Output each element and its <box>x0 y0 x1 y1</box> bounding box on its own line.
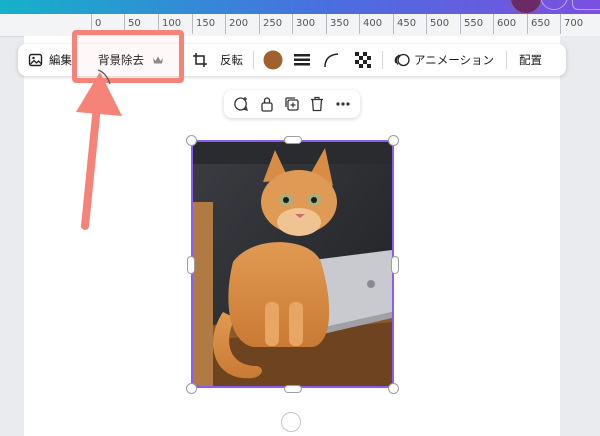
resize-handle-top-left[interactable] <box>186 135 197 146</box>
resize-handle-top-right[interactable] <box>388 135 399 146</box>
selected-photo[interactable] <box>191 140 394 388</box>
resize-handle-right[interactable] <box>391 256 399 274</box>
lock-icon[interactable] <box>260 96 274 112</box>
cat-photo <box>193 142 392 386</box>
comment-add-icon[interactable] <box>233 96 249 112</box>
trash-icon[interactable] <box>310 96 324 112</box>
element-context-toolbar <box>224 90 360 118</box>
rotate-handle[interactable] <box>281 412 301 432</box>
resize-handle-bottom-left[interactable] <box>186 383 197 394</box>
duplicate-icon[interactable] <box>284 96 300 112</box>
more-options-icon[interactable] <box>335 96 351 112</box>
resize-handle-top[interactable] <box>284 136 302 144</box>
resize-handle-bottom[interactable] <box>284 385 302 393</box>
resize-handle-bottom-right[interactable] <box>388 383 399 394</box>
resize-handle-left[interactable] <box>187 256 195 274</box>
